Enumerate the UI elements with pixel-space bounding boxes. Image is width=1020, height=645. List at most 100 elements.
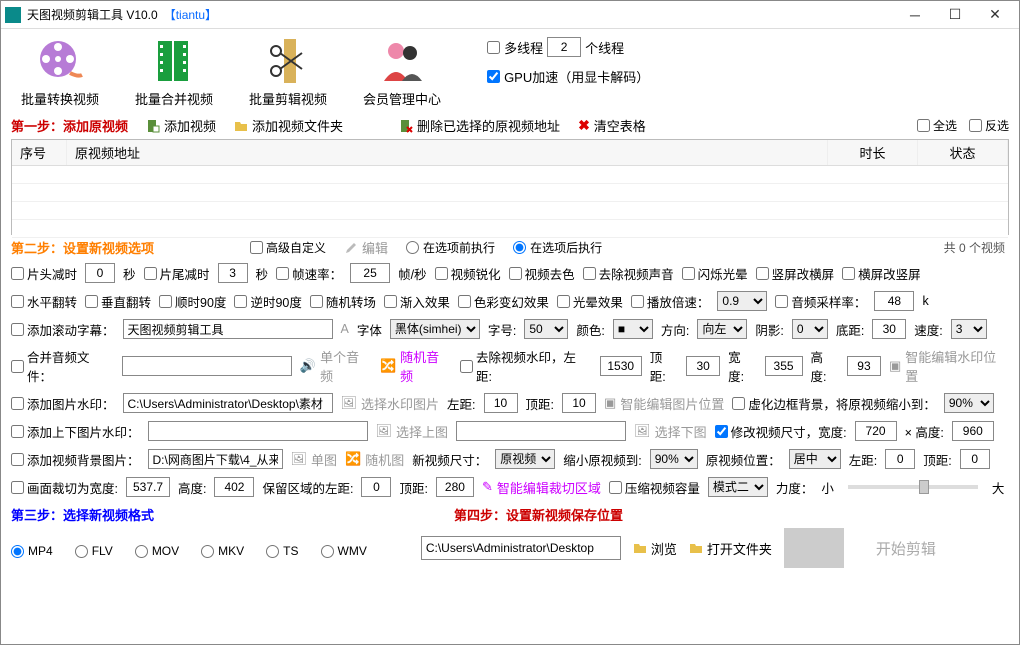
blur-shrink-select[interactable]: 90% (944, 393, 994, 413)
delete-selected-button[interactable]: 删除已选择的原视频地址 (399, 116, 560, 135)
rm-watermark-checkbox[interactable]: 去除视频水印，左距: (460, 347, 592, 385)
hflip-checkbox[interactable]: 水平翻转 (11, 292, 77, 311)
resize-w-input[interactable] (855, 421, 897, 441)
exec-before-radio[interactable]: 在选项前执行 (406, 239, 495, 256)
color-select[interactable]: ■ (613, 319, 653, 339)
img-wm-checkbox[interactable]: 添加图片水印： (11, 394, 115, 413)
clear-table-button[interactable]: ✖ 清空表格 (578, 116, 646, 135)
merge-video-button[interactable]: 批量合并视频 (135, 37, 213, 108)
blur-border-checkbox[interactable]: 虚化边框背景，将原视频缩小到： (732, 394, 936, 413)
tb-wm-checkbox[interactable]: 添加上下图片水印： (11, 422, 140, 441)
pos-select[interactable]: 居中 (789, 449, 841, 469)
smart-crop-button[interactable]: ✎智能编辑裁切区域 (482, 478, 601, 497)
tail-cut-checkbox[interactable]: 片尾减时 (144, 264, 210, 283)
scroll-text-input[interactable] (123, 319, 333, 339)
flash-checkbox[interactable]: 闪烁光晕 (682, 264, 748, 283)
thread-count-input[interactable] (547, 37, 581, 57)
random-audio-button[interactable]: 🔀随机音频 (380, 347, 452, 385)
compress-checkbox[interactable]: 压缩视频容量 (609, 478, 700, 497)
single-audio-button[interactable]: 🔊单个音频 (300, 347, 372, 385)
adv-custom-checkbox[interactable]: 高级自定义 (250, 239, 326, 256)
wm-top-input[interactable] (686, 356, 720, 376)
pick-top-img-button[interactable]: 🖼选择上图 (376, 422, 449, 441)
audio-path-input[interactable] (122, 356, 292, 376)
random-img-button[interactable]: 🔀随机图 (345, 450, 404, 469)
rm-audio-checkbox[interactable]: 去除视频声音 (583, 264, 674, 283)
tb-wm-path2-input[interactable] (456, 421, 626, 441)
img-wm-left-input[interactable] (484, 393, 518, 413)
color-shift-checkbox[interactable]: 色彩变幻效果 (458, 292, 549, 311)
dir-select[interactable]: 向左 (697, 319, 747, 339)
keep-top-input[interactable] (436, 477, 474, 497)
img-wm-top-input[interactable] (562, 393, 596, 413)
h2v-checkbox[interactable]: 横屏改竖屏 (842, 264, 921, 283)
keep-left-input[interactable] (361, 477, 391, 497)
crop-w-input[interactable] (126, 477, 170, 497)
bg-left-input[interactable] (885, 449, 915, 469)
smart-wm-button[interactable]: ▣智能编辑水印位置 (889, 347, 1009, 385)
pick-wm-img-button[interactable]: 🖼选择水印图片 (341, 394, 440, 413)
compress-mode-select[interactable]: 模式二 (708, 477, 768, 497)
img-wm-path-input[interactable] (123, 393, 333, 413)
fmt-mp4-radio[interactable]: MP4 (11, 544, 53, 558)
decolor-checkbox[interactable]: 视频去色 (509, 264, 575, 283)
multithread-checkbox[interactable] (487, 41, 500, 54)
close-button[interactable]: ✕ (975, 2, 1015, 28)
rand-trans-checkbox[interactable]: 随机转场 (310, 292, 376, 311)
shadow-select[interactable]: 0 (792, 319, 828, 339)
pick-bot-img-button[interactable]: 🖼选择下图 (634, 422, 707, 441)
cw90-checkbox[interactable]: 顺时90度 (159, 292, 226, 311)
fps-checkbox[interactable]: 帧速率： (276, 264, 342, 283)
maximize-button[interactable]: ☐ (935, 2, 975, 28)
bg-img-checkbox[interactable]: 添加视频背景图片： (11, 450, 140, 469)
minimize-button[interactable]: ─ (895, 2, 935, 28)
speed-checkbox[interactable]: 播放倍速： (631, 292, 710, 311)
font-size-select[interactable]: 50 (524, 319, 568, 339)
bg-img-path-input[interactable] (148, 449, 283, 469)
shrink-select[interactable]: 90% (650, 449, 698, 469)
start-button[interactable] (784, 528, 844, 568)
select-all-checkbox[interactable]: 全选 (917, 117, 957, 134)
smart-img-pos-button[interactable]: ▣智能编辑图片位置 (604, 394, 724, 413)
add-folder-button[interactable]: 添加视频文件夹 (234, 116, 343, 135)
edit-link[interactable]: 编辑 (344, 238, 388, 257)
scroll-sub-checkbox[interactable]: 添加滚动字幕： (11, 320, 115, 339)
fmt-mov-radio[interactable]: MOV (135, 544, 179, 558)
crop-h-input[interactable] (214, 477, 254, 497)
wm-left-input[interactable] (600, 356, 642, 376)
exec-after-radio[interactable]: 在选项后执行 (513, 239, 602, 256)
bg-top-input[interactable] (960, 449, 990, 469)
resize-checkbox[interactable]: 修改视频尺寸，宽度: (715, 422, 847, 441)
vflip-checkbox[interactable]: 垂直翻转 (85, 292, 151, 311)
invert-select-checkbox[interactable]: 反选 (969, 117, 1009, 134)
edit-video-button[interactable]: 批量剪辑视频 (249, 37, 327, 108)
crop-checkbox[interactable]: 画面裁切为宽度: (11, 478, 118, 497)
new-size-select[interactable]: 原视频 (495, 449, 555, 469)
speed-select[interactable]: 0.9 (717, 291, 767, 311)
v2h-checkbox[interactable]: 竖屏改横屏 (756, 264, 835, 283)
member-center-button[interactable]: 会员管理中心 (363, 37, 441, 108)
add-video-button[interactable]: 添加视频 (146, 116, 216, 135)
fps-input[interactable] (350, 263, 390, 283)
sharpen-checkbox[interactable]: 视频锐化 (435, 264, 501, 283)
resize-h-input[interactable] (952, 421, 994, 441)
fmt-flv-radio[interactable]: FLV (75, 544, 113, 558)
merge-audio-checkbox[interactable]: 合并音频文件： (11, 347, 114, 385)
bottom-dist-input[interactable] (872, 319, 906, 339)
asr-input[interactable] (874, 291, 914, 311)
head-cut-checkbox[interactable]: 片头减时 (11, 264, 77, 283)
fmt-mkv-radio[interactable]: MKV (201, 544, 244, 558)
force-slider[interactable] (848, 485, 978, 489)
fmt-ts-radio[interactable]: TS (266, 544, 298, 558)
gpu-checkbox[interactable] (487, 70, 500, 83)
fmt-wmv-radio[interactable]: WMV (321, 544, 367, 558)
browse-button[interactable]: 浏览 (633, 539, 677, 558)
tail-cut-input[interactable] (218, 263, 248, 283)
halo-checkbox[interactable]: 光晕效果 (557, 292, 623, 311)
tb-wm-path-input[interactable] (148, 421, 368, 441)
open-folder-button[interactable]: 打开文件夹 (689, 539, 772, 558)
head-cut-input[interactable] (85, 263, 115, 283)
asr-checkbox[interactable]: 音频采样率： (775, 292, 866, 311)
fade-in-checkbox[interactable]: 渐入效果 (384, 292, 450, 311)
convert-video-button[interactable]: 批量转换视频 (21, 37, 99, 108)
